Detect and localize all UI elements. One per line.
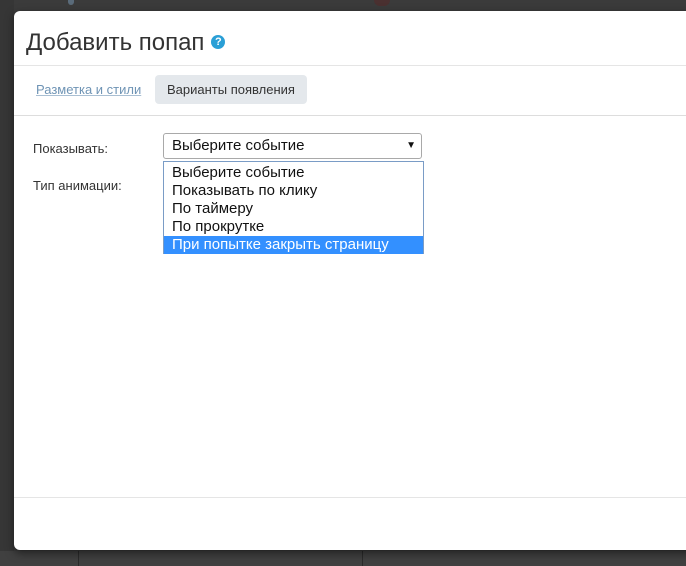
add-popup-modal: Добавить попап? Разметка и стили Вариант… — [14, 11, 686, 550]
backdrop-bottom-strip — [0, 551, 686, 566]
dropdown-option-select-event[interactable]: Выберите событие — [164, 164, 423, 182]
modal-tabs: Разметка и стили Варианты появления — [14, 66, 686, 116]
modal-title: Добавить попап? — [26, 29, 226, 57]
modal-title-text: Добавить попап — [26, 29, 205, 56]
backdrop-indicator — [68, 0, 74, 5]
dropdown-option-scroll[interactable]: По прокрутке — [164, 218, 423, 236]
dropdown-option-timer[interactable]: По таймеру — [164, 200, 423, 218]
chevron-down-icon: ▼ — [406, 140, 416, 151]
modal-footer-divider — [14, 497, 686, 498]
tab-appearance-variants[interactable]: Варианты появления — [155, 75, 307, 104]
backdrop-divider — [362, 551, 363, 566]
dropdown-option-exit-intent[interactable]: При попытке закрыть страницу — [164, 236, 423, 254]
modal-header: Добавить попап? — [14, 11, 686, 66]
question-circle-icon[interactable]: ? — [211, 34, 226, 49]
animation-type-label: Тип анимации: — [33, 178, 122, 193]
backdrop-left-strip — [0, 0, 14, 566]
dropdown-option-on-click[interactable]: Показывать по клику — [164, 182, 423, 200]
show-event-select-value: Выберите событие — [172, 137, 305, 154]
show-label: Показывать: — [33, 141, 108, 156]
tab-markup-and-styles[interactable]: Разметка и стили — [24, 75, 153, 104]
backdrop-indicator — [374, 0, 390, 6]
show-event-dropdown: Выберите событие Показывать по клику По … — [163, 161, 424, 254]
show-event-select[interactable]: Выберите событие ▼ — [163, 133, 422, 159]
backdrop-divider — [78, 551, 79, 566]
